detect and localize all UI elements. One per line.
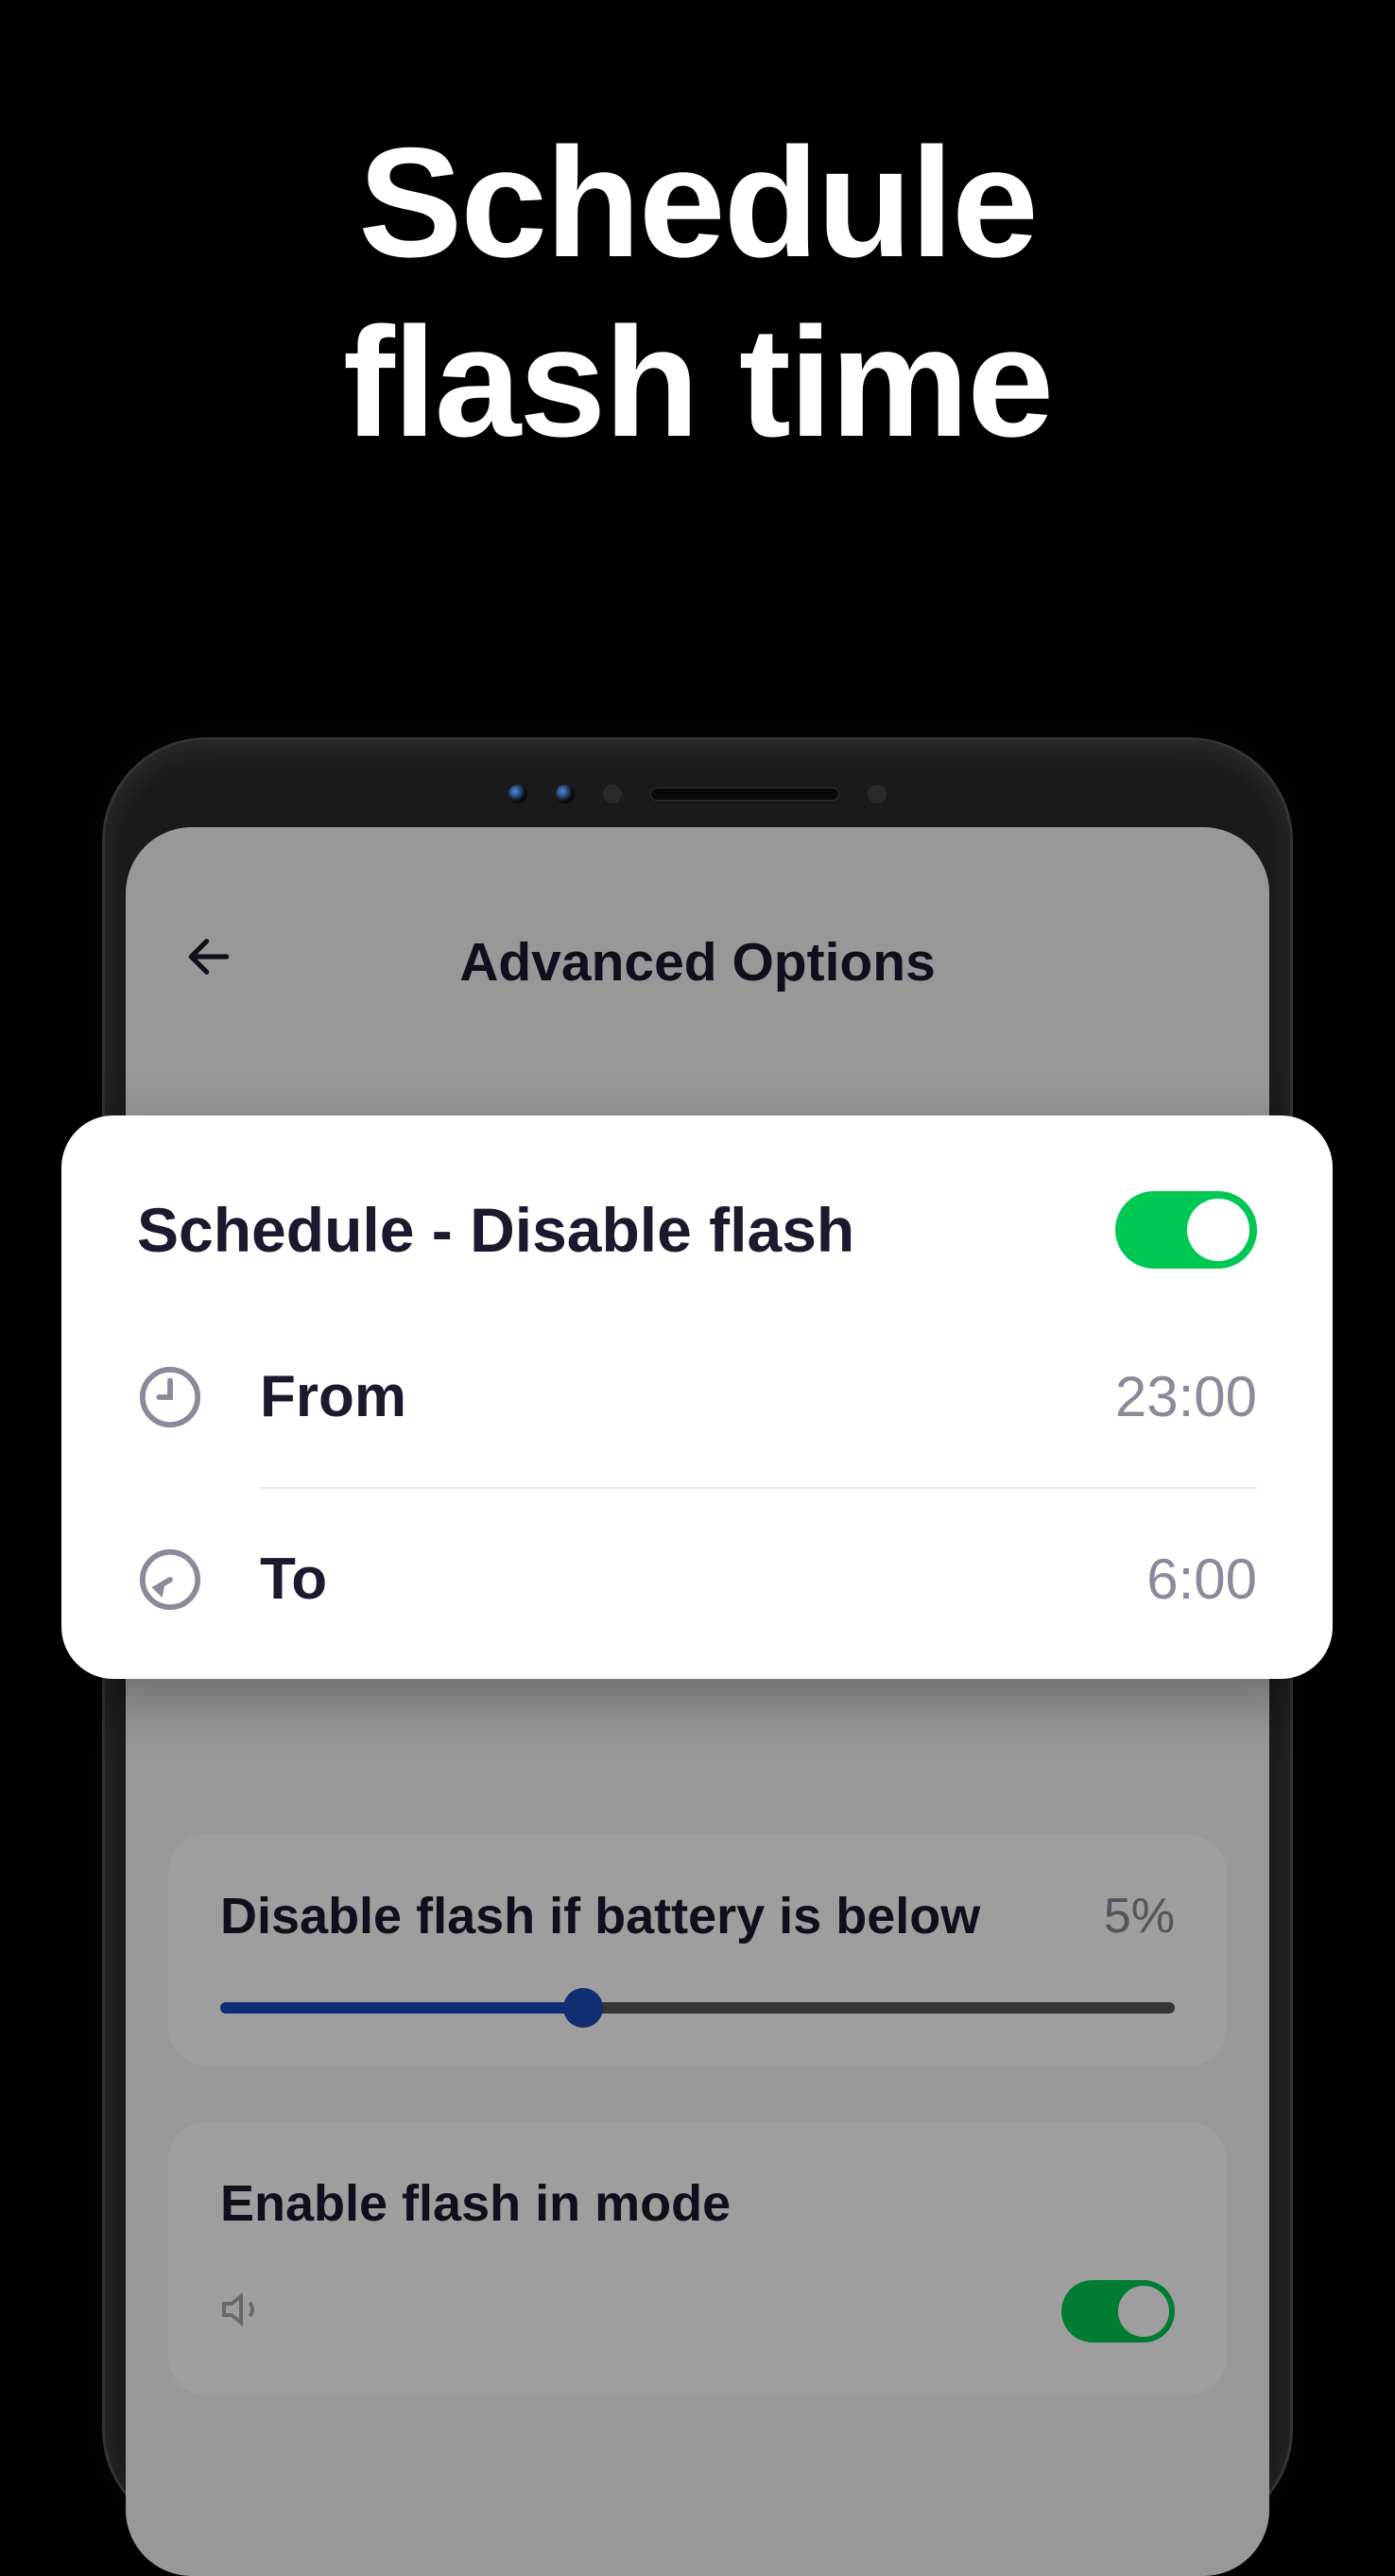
clock-icon <box>137 1364 203 1430</box>
sensor-dot-icon <box>603 785 622 804</box>
promo-title: Schedule flash time <box>0 0 1395 473</box>
mode-setting-card: Enable flash in mode <box>168 2122 1227 2394</box>
mode-sound-toggle[interactable] <box>1061 2280 1175 2343</box>
speaker-grille-icon <box>650 787 839 801</box>
from-time-row[interactable]: From 23:00 <box>137 1363 1257 1430</box>
mode-setting-label: Enable flash in mode <box>220 2174 731 2233</box>
app-header: Advanced Options <box>126 827 1269 1041</box>
toggle-knob-icon <box>1187 1199 1249 1261</box>
battery-setting-label: Disable flash if battery is below <box>220 1887 980 1945</box>
battery-slider[interactable] <box>220 2002 1175 2014</box>
back-arrow-icon[interactable] <box>182 930 235 995</box>
phone-notch <box>126 761 1269 827</box>
page-title: Advanced Options <box>182 931 1213 994</box>
modal-title: Schedule - Disable flash <box>137 1194 854 1266</box>
clock-arrow-icon <box>137 1547 203 1613</box>
sensor-dot-icon <box>868 785 887 804</box>
slider-thumb-icon[interactable] <box>563 1988 603 2028</box>
schedule-modal: Schedule - Disable flash From 23:00 To 6… <box>61 1115 1333 1679</box>
to-label: To <box>260 1546 327 1613</box>
promo-title-line2: flash time <box>0 293 1395 473</box>
from-label: From <box>260 1363 406 1430</box>
promo-title-line1: Schedule <box>0 113 1395 293</box>
toggle-knob-icon <box>1118 2286 1169 2337</box>
sound-icon <box>220 2287 266 2337</box>
battery-setting-card: Disable flash if battery is below 5% <box>168 1835 1227 2066</box>
camera-dot-icon <box>508 785 527 804</box>
battery-setting-value: 5% <box>1104 1888 1175 1945</box>
slider-fill <box>220 2002 583 2014</box>
to-time-row[interactable]: To 6:00 <box>137 1546 1257 1613</box>
from-value: 23:00 <box>1115 1364 1257 1429</box>
phone-screen: Advanced Options Disable flash if batter… <box>126 827 1269 2576</box>
to-value: 6:00 <box>1146 1547 1257 1612</box>
divider <box>260 1487 1257 1489</box>
schedule-toggle[interactable] <box>1115 1191 1257 1269</box>
camera-dot-icon <box>556 785 575 804</box>
